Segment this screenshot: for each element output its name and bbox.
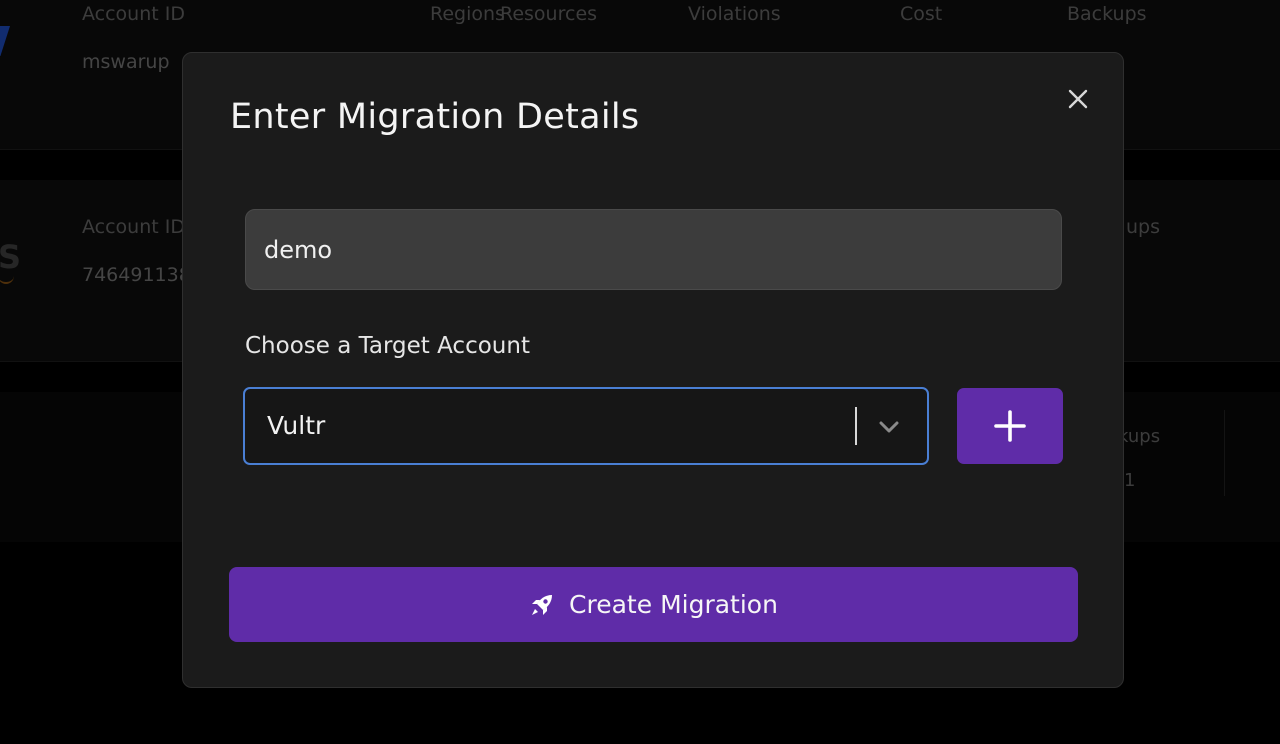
target-account-select[interactable]: Vultr	[243, 387, 929, 465]
create-migration-button[interactable]: Create Migration	[229, 567, 1078, 642]
close-button[interactable]	[1061, 82, 1095, 116]
select-separator	[855, 407, 857, 445]
migration-modal: Enter Migration Details Choose a Target …	[182, 52, 1124, 688]
target-account-label: Choose a Target Account	[245, 333, 530, 359]
page: Account ID Regions Resources Violations …	[0, 0, 1280, 744]
modal-title: Enter Migration Details	[230, 97, 640, 137]
create-migration-label: Create Migration	[569, 590, 778, 619]
chevron-down-icon[interactable]	[875, 413, 903, 441]
plus-icon	[994, 410, 1026, 442]
close-icon	[1068, 89, 1088, 109]
migration-name-input[interactable]	[245, 209, 1062, 290]
target-account-selected-value: Vultr	[267, 411, 326, 440]
rocket-icon	[532, 594, 553, 615]
add-target-account-button[interactable]	[957, 388, 1063, 464]
